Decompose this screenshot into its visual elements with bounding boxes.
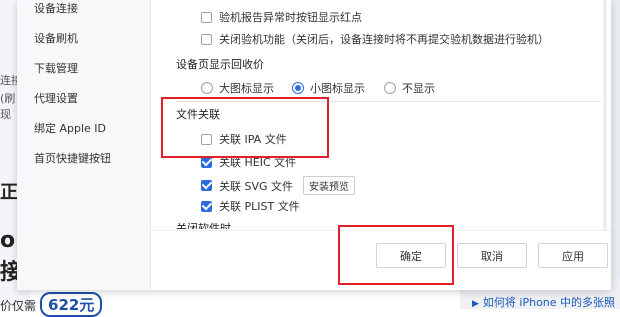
- sidebar-item-device-flash[interactable]: 设备刷机: [34, 30, 78, 46]
- radio-button[interactable]: [201, 82, 213, 94]
- cancel-button[interactable]: 取消: [457, 243, 527, 268]
- checkbox-row-plist[interactable]: 关联 PLIST 文件: [201, 198, 300, 214]
- radio-label: 不显示: [402, 82, 435, 95]
- radio-button[interactable]: [384, 82, 396, 94]
- checkbox[interactable]: [201, 180, 212, 191]
- checkbox-label: 关联 PLIST 文件: [219, 200, 300, 213]
- radio-small-icon[interactable]: 小图标显示: [292, 80, 365, 96]
- radio-button[interactable]: [292, 82, 304, 94]
- checkbox[interactable]: [201, 11, 212, 23]
- checkbox[interactable]: [201, 156, 212, 168]
- checkbox-row-report-red-dot[interactable]: 验机报告异常时按钮显示红点: [201, 9, 362, 25]
- radio-label: 小图标显示: [310, 82, 365, 95]
- background-text: (刷: [0, 92, 16, 105]
- install-preview-button[interactable]: 安装预览: [303, 176, 356, 195]
- apply-button[interactable]: 应用: [538, 243, 608, 268]
- scrollbar[interactable]: [603, 0, 607, 230]
- help-link-text: 如何将 iPhone 中的多张照: [482, 296, 616, 309]
- checkbox-label: 关闭验机功能（关闭后，设备连接时将不再提交验机数据进行验机）: [219, 33, 549, 46]
- section-title-on-close: 关闭软件时: [176, 222, 231, 229]
- checkbox[interactable]: [201, 33, 212, 45]
- radio-large-icon[interactable]: 大图标显示: [201, 80, 274, 96]
- background-heading: 正: [0, 182, 18, 203]
- background-text: 现: [0, 108, 11, 121]
- sidebar-item-bind-apple-id[interactable]: 绑定 Apple ID: [34, 120, 106, 136]
- settings-sidebar: 设备连接 设备刷机 下载管理 代理设置 绑定 Apple ID 首页快捷键按钮: [17, 0, 151, 290]
- highlight-box-file-association: [161, 97, 329, 158]
- sidebar-item-device-connection[interactable]: 设备连接: [34, 0, 78, 16]
- checkbox-label: 验机报告异常时按钮显示红点: [219, 11, 362, 24]
- checkbox-row-disable-inspection[interactable]: 关闭验机功能（关闭后，设备连接时将不再提交验机数据进行验机）: [201, 31, 549, 47]
- checkbox-row-svg[interactable]: 关联 SVG 文件 安装预览: [201, 176, 356, 195]
- radio-hide[interactable]: 不显示: [384, 80, 435, 96]
- price-value: 622元: [40, 292, 103, 317]
- sidebar-item-proxy-settings[interactable]: 代理设置: [34, 90, 78, 106]
- sidebar-item-download-manager[interactable]: 下载管理: [34, 60, 78, 76]
- highlight-box-confirm: [338, 225, 454, 285]
- section-title-recycle-price: 设备页显示回收价: [176, 58, 264, 71]
- background-price: 价仅需 622元: [0, 292, 103, 317]
- checkbox-label: 关联 SVG 文件: [219, 179, 294, 193]
- background-help-link[interactable]: ▶ 如何将 iPhone 中的多张照: [472, 294, 615, 310]
- radio-label: 大图标显示: [219, 82, 274, 95]
- price-text: 价仅需: [0, 299, 37, 313]
- arrow-right-icon: ▶: [472, 299, 479, 309]
- sidebar-item-home-shortcut[interactable]: 首页快捷键按钮: [34, 150, 111, 166]
- checkbox[interactable]: [201, 200, 212, 212]
